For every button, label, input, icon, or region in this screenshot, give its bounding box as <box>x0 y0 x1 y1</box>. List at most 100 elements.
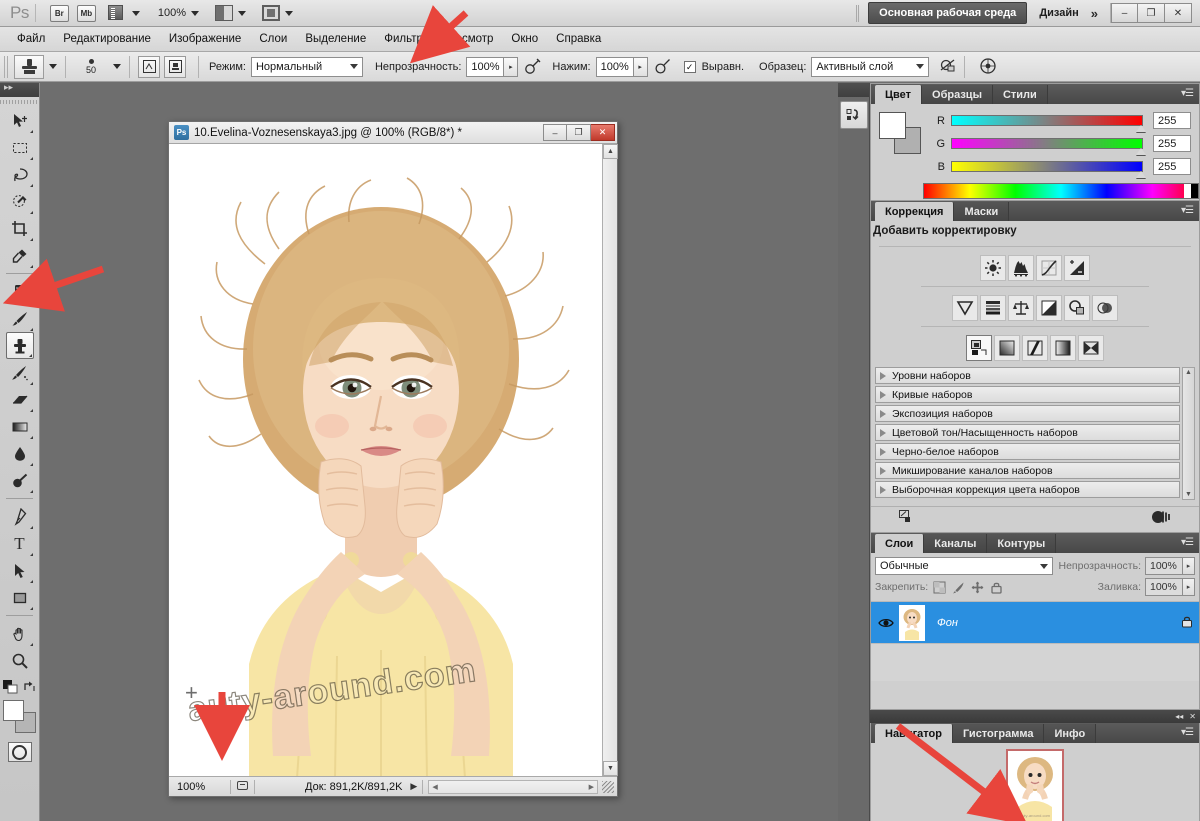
scroll-right-arrow[interactable]: ▶ <box>589 783 594 791</box>
flow-stepper[interactable]: ▸ <box>633 56 648 77</box>
channel-value-b[interactable]: 255 <box>1153 158 1191 175</box>
channel-slider-r[interactable] <box>951 115 1146 132</box>
foreground-color-swatch[interactable] <box>2 700 24 721</box>
quick-selection-tool[interactable] <box>6 188 34 215</box>
quick-mask-button[interactable] <box>7 742 32 762</box>
scroll-up-arrow[interactable]: ▲ <box>603 144 618 159</box>
brush-panel-icon[interactable] <box>138 55 160 78</box>
panel-menu-icon[interactable]: ▾☰ <box>1181 727 1194 738</box>
document-restore-button[interactable]: ❐ <box>567 124 591 141</box>
layer-opacity-input[interactable]: 100% <box>1145 557 1183 575</box>
canvas-area[interactable]: auty-around.com + <box>169 144 617 776</box>
slider-knob[interactable] <box>1136 148 1146 155</box>
view-extras-icon[interactable] <box>107 4 127 22</box>
clone-stamp-tool[interactable] <box>5 332 34 359</box>
flow-input[interactable]: 100% <box>595 56 634 77</box>
eyedropper-tool[interactable] <box>6 242 34 269</box>
color-swatches[interactable] <box>2 700 37 734</box>
lasso-tool[interactable] <box>6 161 34 188</box>
menu-view[interactable]: Просмотр <box>432 30 503 48</box>
blend-mode-select[interactable]: Нормальный <box>250 56 363 77</box>
selective-color-icon[interactable] <box>1078 335 1104 361</box>
color-spectrum-bar[interactable] <box>923 183 1199 199</box>
airbrush-toggle-icon[interactable] <box>654 57 674 77</box>
resize-grip[interactable] <box>602 780 614 793</box>
preset-item[interactable]: Выборочная коррекция цвета наборов <box>875 481 1180 498</box>
tablet-pressure-icon[interactable] <box>979 57 999 77</box>
preset-item[interactable]: Цветовой тон/Насыщенность наборов <box>875 424 1180 441</box>
aligned-checkbox[interactable]: ✓ <box>683 60 696 73</box>
path-selection-tool[interactable] <box>6 557 34 584</box>
document-minimize-button[interactable]: – <box>543 124 567 141</box>
rectangular-marquee-tool[interactable] <box>6 134 34 161</box>
levels-icon[interactable] <box>1008 255 1034 281</box>
menu-layers[interactable]: Слои <box>250 30 296 48</box>
menu-select[interactable]: Выделение <box>296 30 375 48</box>
invert-icon[interactable] <box>966 335 992 361</box>
preset-scrollbar[interactable]: ▲ ▼ <box>1182 367 1195 500</box>
clip-to-layer-icon[interactable] <box>899 510 915 527</box>
color-balance-icon[interactable] <box>1008 295 1034 321</box>
scroll-down-arrow[interactable]: ▼ <box>603 761 618 776</box>
arrange-documents-icon[interactable] <box>214 5 233 21</box>
chevron-down-icon[interactable] <box>237 10 246 16</box>
swap-colors-icon[interactable] <box>23 680 37 694</box>
chevron-down-icon[interactable] <box>113 64 121 69</box>
lock-transparent-pixels-icon[interactable] <box>932 580 947 595</box>
type-tool[interactable]: T <box>6 530 34 557</box>
pen-tool[interactable] <box>6 503 34 530</box>
blend-mode-select[interactable]: Обычные <box>875 557 1053 575</box>
layer-fill-input[interactable]: 100% <box>1145 578 1183 596</box>
window-restore-button[interactable]: ❐ <box>1138 3 1165 23</box>
collapse-panel-icon[interactable]: ◂◂ <box>1175 712 1183 721</box>
tab-swatches[interactable]: Образцы <box>922 85 993 104</box>
document-close-button[interactable]: ✕ <box>591 124 615 141</box>
tools-drag-grip[interactable] <box>0 97 39 107</box>
zoom-tool[interactable] <box>6 647 34 674</box>
menu-filter[interactable]: Фильтр <box>375 30 432 48</box>
chevron-down-icon[interactable] <box>49 64 57 69</box>
hue-saturation-icon[interactable] <box>980 295 1006 321</box>
opacity-stepper[interactable]: ▸ <box>504 56 519 77</box>
brush-tool[interactable] <box>6 305 34 332</box>
drag-grip[interactable] <box>856 4 861 22</box>
history-actions-icon[interactable] <box>839 101 868 129</box>
default-colors-icon[interactable] <box>2 680 19 694</box>
blur-tool[interactable] <box>6 440 34 467</box>
app-zoom-level[interactable]: 100% <box>158 7 186 19</box>
curves-icon[interactable] <box>1036 255 1062 281</box>
slider-knob[interactable] <box>1136 125 1146 132</box>
menu-edit[interactable]: Редактирование <box>54 30 160 48</box>
menu-file[interactable]: Файл <box>8 30 54 48</box>
clone-source-panel-icon[interactable] <box>164 55 186 78</box>
document-zoom-value[interactable]: 100% <box>169 781 225 793</box>
panel-menu-icon[interactable]: ▾☰ <box>1181 537 1194 548</box>
tab-layers[interactable]: Слои <box>875 534 925 553</box>
layer-row-background[interactable]: Фон <box>871 601 1199 643</box>
workspace-more-icon[interactable]: » <box>1091 6 1110 21</box>
menu-help[interactable]: Справка <box>547 30 610 48</box>
scroll-left-arrow[interactable]: ◀ <box>432 783 437 791</box>
channel-mixer-icon[interactable] <box>1092 295 1118 321</box>
tab-adjustments[interactable]: Коррекция <box>875 202 955 221</box>
channel-value-r[interactable]: 255 <box>1153 112 1191 129</box>
scroll-down-arrow[interactable]: ▼ <box>1185 491 1192 498</box>
menu-window[interactable]: Окно <box>502 30 547 48</box>
tab-color[interactable]: Цвет <box>875 85 923 104</box>
panel-menu-icon[interactable]: ▾☰ <box>1181 88 1194 99</box>
clone-stamp-icon[interactable] <box>14 54 44 79</box>
canvas-vertical-scrollbar[interactable]: ▲ ▼ <box>602 144 618 776</box>
shape-tool[interactable] <box>6 584 34 611</box>
workspace-essentials-button[interactable]: Основная рабочая среда <box>868 2 1028 24</box>
lock-position-icon[interactable] <box>970 580 985 595</box>
photo-filter-icon[interactable] <box>1064 295 1090 321</box>
eraser-tool[interactable] <box>6 386 34 413</box>
workspace-design-button[interactable]: Дизайн <box>1027 7 1090 19</box>
layer-thumbnail[interactable] <box>899 604 925 641</box>
exposure-icon[interactable] <box>1064 255 1090 281</box>
navigator-thumbnail[interactable]: auty-around.com <box>1006 749 1064 821</box>
panel-menu-icon[interactable]: ▾☰ <box>1181 205 1194 216</box>
status-mode-icon[interactable] <box>236 779 249 795</box>
channel-slider-g[interactable] <box>951 138 1146 155</box>
hand-tool[interactable] <box>6 620 34 647</box>
